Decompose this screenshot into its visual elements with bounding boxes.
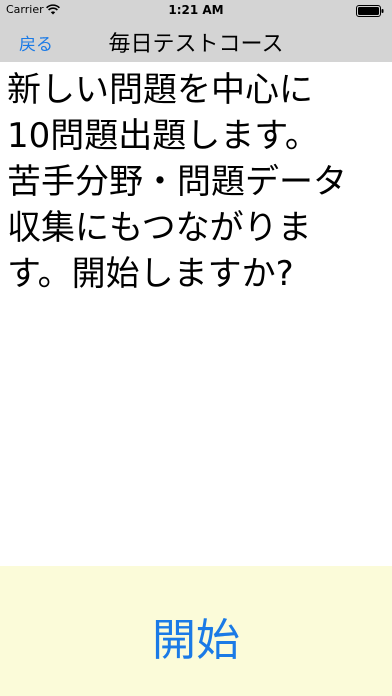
battery-icon — [356, 5, 384, 17]
start-button[interactable]: 開始 — [0, 604, 392, 668]
status-time: 1:21 AM — [168, 3, 224, 17]
message-line: 収集にもつながりま — [7, 208, 312, 248]
status-bar: Carrier 1:21 AM — [0, 0, 392, 22]
navigation-bar: 戻る 毎日テストコース — [0, 22, 392, 62]
message-line: 10問題出題します。 — [7, 116, 319, 156]
intro-message: 新しい問題を中心に 10問題出題します。 苦手分野・問題データ 収集にもつながり… — [7, 67, 387, 297]
message-line: す。開始しますか? — [7, 254, 294, 294]
page-title: 毎日テストコース — [108, 32, 284, 57]
message-line: 苦手分野・問題データ — [7, 162, 347, 202]
message-line: 新しい問題を中心に — [7, 70, 313, 110]
start-panel[interactable]: 開始 — [0, 566, 392, 696]
